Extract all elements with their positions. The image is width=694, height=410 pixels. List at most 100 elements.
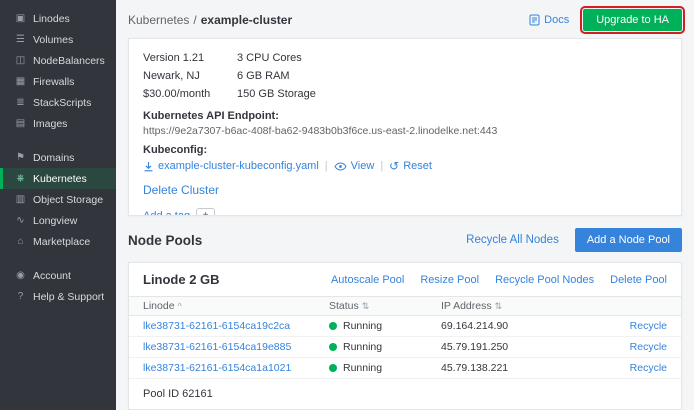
- linode-link[interactable]: lke38731-62161-6154ca19e885: [129, 341, 329, 353]
- sidebar-group-services: ⚑ Domains ⎈ Kubernetes ▥ Object Storage …: [0, 147, 116, 252]
- recycle-all-nodes-link[interactable]: Recycle All Nodes: [466, 234, 559, 246]
- account-icon: ◉: [13, 270, 28, 281]
- api-endpoint-label: Kubernetes API Endpoint:: [143, 110, 667, 122]
- status-cell: Running: [329, 341, 441, 353]
- sidebar-item-firewalls[interactable]: ▦ Firewalls: [0, 71, 116, 92]
- sidebar-item-volumes[interactable]: ☰ Volumes: [0, 29, 116, 50]
- sidebar-item-label: Object Storage: [33, 194, 103, 206]
- sidebar-item-longview[interactable]: ∿ Longview: [0, 210, 116, 231]
- table-row: lke38731-62161-6154ca19c2ca Running 69.1…: [129, 316, 681, 337]
- sidebar-item-label: StackScripts: [33, 97, 91, 109]
- longview-icon: ∿: [13, 215, 28, 226]
- add-node-pool-button[interactable]: Add a Node Pool: [575, 228, 682, 252]
- sidebar-item-domains[interactable]: ⚑ Domains: [0, 147, 116, 168]
- tags-section: Add a tag +: [143, 208, 667, 216]
- view-label: View: [351, 160, 375, 172]
- table-header-row: Linode^ Status⇅ IP Address⇅: [129, 296, 681, 316]
- pool-action-links: Autoscale Pool Resize Pool Recycle Pool …: [331, 274, 667, 286]
- eye-icon: [334, 162, 347, 171]
- sidebar-item-kubernetes[interactable]: ⎈ Kubernetes: [0, 168, 116, 189]
- autoscale-pool-link[interactable]: Autoscale Pool: [331, 274, 404, 286]
- sidebar-item-stackscripts[interactable]: ≣ StackScripts: [0, 92, 116, 113]
- kubeconfig-file-name: example-cluster-kubeconfig.yaml: [158, 160, 319, 172]
- sort-asc-icon: ^: [178, 301, 182, 311]
- status-dot-icon: [329, 343, 337, 351]
- status-label: Running: [343, 341, 382, 353]
- pool-name: Linode 2 GB: [143, 272, 220, 287]
- node-pools-title: Node Pools: [128, 233, 202, 248]
- ip-address: 45.79.191.250: [441, 341, 601, 353]
- spec-price: $30.00/month: [143, 85, 237, 103]
- sidebar-group-compute: ▣ Linodes ☰ Volumes ◫ NodeBalancers ▦ Fi…: [0, 8, 116, 134]
- firewalls-icon: ▦: [13, 76, 28, 87]
- sidebar-item-label: Domains: [33, 152, 74, 164]
- status-dot-icon: [329, 322, 337, 330]
- kubeconfig-view-link[interactable]: View: [334, 160, 375, 172]
- add-tag-link[interactable]: Add a tag: [143, 210, 190, 217]
- status-label: Running: [343, 320, 382, 332]
- breadcrumb-separator: /: [193, 13, 196, 27]
- sidebar-group-account: ◉ Account ? Help & Support: [0, 265, 116, 307]
- ip-address: 69.164.214.90: [441, 320, 601, 332]
- spec-version: Version 1.21: [143, 49, 237, 67]
- linode-link[interactable]: lke38731-62161-6154ca19c2ca: [129, 320, 329, 332]
- domains-icon: ⚑: [13, 152, 28, 163]
- spec-storage: 150 GB Storage: [237, 85, 667, 103]
- sidebar-item-label: Linodes: [33, 13, 70, 25]
- separator: |: [380, 160, 383, 172]
- status-label: Running: [343, 362, 382, 374]
- kubeconfig-download-link[interactable]: example-cluster-kubeconfig.yaml: [143, 160, 319, 172]
- images-icon: ▤: [13, 118, 28, 129]
- sidebar-item-object-storage[interactable]: ▥ Object Storage: [0, 189, 116, 210]
- table-row: lke38731-62161-6154ca19e885 Running 45.7…: [129, 337, 681, 358]
- column-label: Status: [329, 300, 359, 312]
- sidebar-item-label: Volumes: [33, 34, 73, 46]
- sidebar-item-nodebalancers[interactable]: ◫ NodeBalancers: [0, 50, 116, 71]
- add-tag-plus-button[interactable]: +: [196, 208, 215, 216]
- spec-ram: 6 GB RAM: [237, 67, 667, 85]
- page-header: Kubernetes / example-cluster Docs Upgrad…: [128, 8, 682, 32]
- spec-cpu: 3 CPU Cores: [237, 49, 667, 67]
- marketplace-icon: ⌂: [13, 236, 28, 247]
- download-icon: [143, 161, 154, 172]
- sidebar-item-help-support[interactable]: ? Help & Support: [0, 286, 116, 307]
- cluster-summary-card: Version 1.21 3 CPU Cores Newark, NJ 6 GB…: [128, 38, 682, 216]
- sort-icon: ⇅: [362, 301, 370, 311]
- sidebar-item-label: Account: [33, 270, 71, 282]
- resize-pool-link[interactable]: Resize Pool: [420, 274, 479, 286]
- linode-link[interactable]: lke38731-62161-6154ca1a1021: [129, 362, 329, 374]
- delete-cluster-link[interactable]: Delete Cluster: [143, 183, 219, 197]
- node-pools-actions: Recycle All Nodes Add a Node Pool: [466, 228, 682, 252]
- sidebar-item-marketplace[interactable]: ⌂ Marketplace: [0, 231, 116, 252]
- pool-id-footer: Pool ID 62161: [129, 379, 681, 409]
- column-header-linode[interactable]: Linode^: [129, 300, 329, 312]
- status-dot-icon: [329, 364, 337, 372]
- node-pools-header: Node Pools Recycle All Nodes Add a Node …: [128, 228, 682, 252]
- sidebar-item-linodes[interactable]: ▣ Linodes: [0, 8, 116, 29]
- nodebalancers-icon: ◫: [13, 55, 28, 66]
- kubeconfig-reset-link[interactable]: ↺ Reset: [389, 160, 432, 172]
- kubeconfig-label: Kubeconfig:: [143, 144, 667, 156]
- sidebar-item-label: Images: [33, 118, 67, 130]
- recycle-link[interactable]: Recycle: [601, 341, 681, 353]
- sidebar-item-account[interactable]: ◉ Account: [0, 265, 116, 286]
- upgrade-to-ha-button[interactable]: Upgrade to HA: [583, 9, 682, 31]
- kubeconfig-actions: example-cluster-kubeconfig.yaml | View |…: [143, 160, 667, 172]
- help-icon: ?: [13, 291, 28, 302]
- sidebar: ▣ Linodes ☰ Volumes ◫ NodeBalancers ▦ Fi…: [0, 0, 116, 410]
- recycle-link[interactable]: Recycle: [601, 362, 681, 374]
- column-header-ip[interactable]: IP Address⇅: [441, 300, 601, 312]
- sidebar-item-images[interactable]: ▤ Images: [0, 113, 116, 134]
- delete-pool-link[interactable]: Delete Pool: [610, 274, 667, 286]
- ip-address: 45.79.138.221: [441, 362, 601, 374]
- recycle-link[interactable]: Recycle: [601, 320, 681, 332]
- docs-label: Docs: [544, 14, 569, 26]
- breadcrumb-section[interactable]: Kubernetes: [128, 13, 189, 27]
- cluster-specs: Version 1.21 3 CPU Cores Newark, NJ 6 GB…: [143, 49, 667, 103]
- recycle-pool-nodes-link[interactable]: Recycle Pool Nodes: [495, 274, 594, 286]
- main-content: Kubernetes / example-cluster Docs Upgrad…: [116, 0, 694, 410]
- sidebar-item-label: Help & Support: [33, 291, 104, 303]
- column-header-status[interactable]: Status⇅: [329, 300, 441, 312]
- docs-link[interactable]: Docs: [529, 14, 569, 26]
- node-pool-card: Linode 2 GB Autoscale Pool Resize Pool R…: [128, 262, 682, 410]
